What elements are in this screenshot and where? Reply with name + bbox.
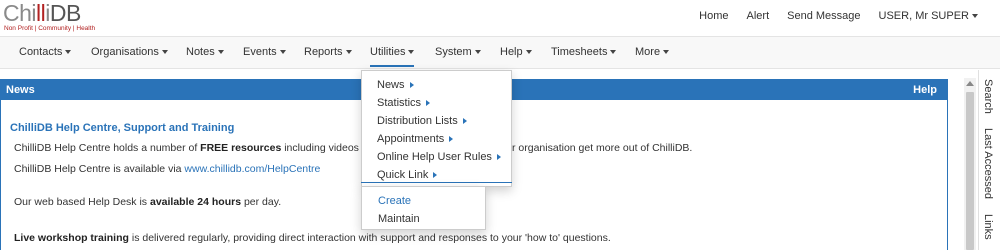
- chevron-down-icon: [408, 50, 415, 55]
- alert-link[interactable]: Alert: [747, 10, 770, 22]
- text: ChilliDB Help Centre holds a number of: [14, 142, 201, 154]
- nav-label: Notes: [186, 46, 215, 58]
- scrollbar-thumb[interactable]: [966, 92, 974, 250]
- news-heading: ChilliDB Help Centre, Support and Traini…: [10, 122, 235, 134]
- menu-item-appointments[interactable]: Appointments: [377, 133, 454, 145]
- nav-contacts[interactable]: Contacts: [19, 46, 72, 58]
- nav-events[interactable]: Events: [243, 46, 286, 58]
- nav-label: Contacts: [19, 46, 63, 58]
- chevron-right-icon: [409, 82, 414, 89]
- submenu-item-create[interactable]: Create: [378, 195, 411, 207]
- news-line-resources-tail: r organisation get more out of ChilliDB.: [512, 142, 693, 154]
- text-bold: Live workshop training: [14, 232, 129, 244]
- side-tab-search[interactable]: Search: [982, 79, 994, 114]
- menu-label: Statistics: [377, 97, 422, 109]
- chevron-right-icon: [426, 100, 431, 107]
- menu-divider: [361, 182, 512, 183]
- chevron-down-icon: [663, 50, 670, 55]
- nav-reports[interactable]: Reports: [304, 46, 352, 58]
- news-line-resources: ChilliDB Help Centre holds a number of F…: [14, 142, 359, 154]
- news-panel-title: News: [6, 84, 35, 96]
- news-line-training: Live workshop training is delivered regu…: [14, 232, 611, 244]
- chevron-right-icon: [449, 136, 454, 143]
- text: Our web based Help Desk is: [14, 196, 150, 208]
- nav-label: System: [435, 46, 472, 58]
- logo-wordmark: ChilliDB: [3, 0, 81, 26]
- top-links: Home Alert Send Message USER, Mr SUPER: [681, 10, 978, 22]
- chevron-down-icon: [610, 50, 617, 55]
- chevron-down-icon: [161, 50, 168, 55]
- chevron-down-icon: [525, 50, 532, 55]
- text: is delivered regularly, providing direct…: [128, 232, 611, 244]
- chevron-right-icon: [496, 154, 501, 161]
- nav-notes[interactable]: Notes: [186, 46, 224, 58]
- menu-item-news[interactable]: News: [377, 79, 414, 91]
- send-message-link[interactable]: Send Message: [787, 10, 860, 22]
- menu-item-online-help-user-rules[interactable]: Online Help User Rules: [377, 151, 501, 163]
- side-tab-last-accessed[interactable]: Last Accessed: [982, 128, 994, 199]
- menu-label: Quick Link: [377, 169, 429, 181]
- chevron-right-icon: [433, 172, 438, 179]
- chevron-down-icon: [972, 14, 978, 19]
- user-menu[interactable]: USER, Mr SUPER: [879, 10, 978, 22]
- helpcentre-link[interactable]: www.chillidb.com/HelpCentre: [184, 163, 320, 175]
- chevron-down-icon: [217, 50, 224, 55]
- text: ChilliDB Help Centre is available via: [14, 163, 185, 175]
- menu-label: News: [377, 79, 405, 91]
- nav-label: Organisations: [91, 46, 159, 58]
- nav-label: Events: [243, 46, 277, 58]
- top-bar: ChilliDB Non Profit | Community | Health…: [0, 0, 1000, 36]
- chevron-down-icon: [65, 50, 72, 55]
- menu-label: Appointments: [377, 133, 445, 145]
- news-line-helpcentre: ChilliDB Help Centre is available via ww…: [14, 163, 320, 175]
- main-nav: Contacts Organisations Notes Events Repo…: [0, 36, 1000, 69]
- logo-tagline: Non Profit | Community | Health: [4, 25, 96, 32]
- logo[interactable]: ChilliDB Non Profit | Community | Health: [3, 1, 95, 32]
- chevron-down-icon: [279, 50, 286, 55]
- text: per day.: [241, 196, 282, 208]
- news-help-link[interactable]: Help: [913, 80, 937, 100]
- nav-label: Help: [500, 46, 523, 58]
- nav-system[interactable]: System: [435, 46, 481, 58]
- home-link[interactable]: Home: [699, 10, 728, 22]
- chevron-down-icon: [345, 50, 352, 55]
- chevron-right-icon: [462, 118, 467, 125]
- menu-label: Online Help User Rules: [377, 151, 492, 163]
- side-tab-links[interactable]: Links: [982, 214, 994, 240]
- text-bold: FREE resources: [200, 142, 282, 154]
- text: including videos: [281, 142, 359, 154]
- nav-organisations[interactable]: Organisations: [91, 46, 168, 58]
- nav-help[interactable]: Help: [500, 46, 532, 58]
- news-line-helpdesk: Our web based Help Desk is available 24 …: [14, 196, 281, 208]
- menu-item-statistics[interactable]: Statistics: [377, 97, 431, 109]
- nav-more[interactable]: More: [635, 46, 670, 58]
- nav-utilities[interactable]: Utilities: [370, 46, 415, 67]
- text-bold: available 24 hours: [149, 196, 242, 208]
- chevron-down-icon: [474, 50, 481, 55]
- menu-item-distribution-lists[interactable]: Distribution Lists: [377, 115, 467, 127]
- nav-label: Reports: [304, 46, 343, 58]
- nav-label: More: [635, 46, 661, 58]
- menu-label: Distribution Lists: [377, 115, 458, 127]
- user-name: USER, Mr SUPER: [878, 10, 969, 22]
- submenu-item-maintain[interactable]: Maintain: [378, 213, 420, 225]
- nav-timesheets[interactable]: Timesheets: [551, 46, 617, 58]
- nav-label: Utilities: [370, 46, 406, 58]
- menu-item-quick-link[interactable]: Quick Link: [377, 169, 438, 181]
- nav-label: Timesheets: [551, 46, 608, 58]
- scroll-up-arrow-icon[interactable]: [966, 81, 974, 86]
